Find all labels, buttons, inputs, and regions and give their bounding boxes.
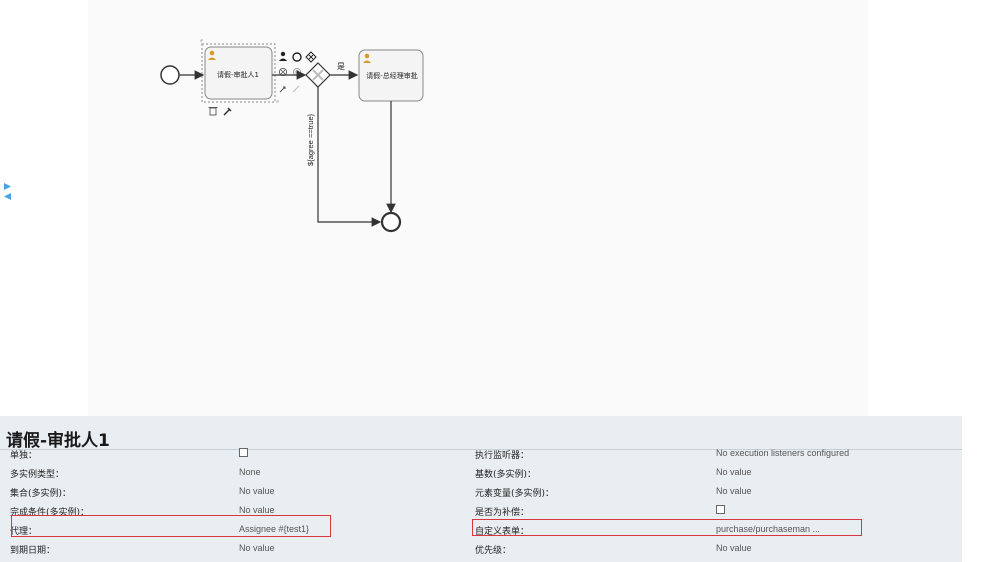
property-label: 集合(多实例)： xyxy=(10,489,72,499)
property-label: 到期日期： xyxy=(10,546,56,556)
property-value[interactable]: No value xyxy=(716,467,752,477)
connector-line-icon[interactable] xyxy=(292,85,300,93)
property-label: 元素变量(多实例)： xyxy=(475,489,555,499)
property-value[interactable]: No execution listeners configured xyxy=(716,448,849,458)
bpmn-diagram[interactable]: 请假-审批人1 是 请假-总经理审批 ${agree ==true} xyxy=(0,0,992,416)
end-event[interactable] xyxy=(380,211,402,233)
flow-condition-label: ${agree ==true} xyxy=(306,113,315,166)
property-row: 多实例类型： None 基数(多实例)： No value xyxy=(0,463,962,482)
append-user-task-icon[interactable] xyxy=(279,51,287,61)
task1-label: 请假-审批人1 xyxy=(217,70,259,79)
property-label: 优先级： xyxy=(475,546,512,556)
resize-handle-icon[interactable] xyxy=(276,100,279,103)
property-value[interactable]: No value xyxy=(716,543,752,553)
property-value[interactable]: No value xyxy=(239,505,275,515)
form-key-highlight-box xyxy=(472,519,862,536)
start-event[interactable] xyxy=(160,65,180,85)
property-value[interactable]: No value xyxy=(716,486,752,496)
property-value[interactable]: No value xyxy=(239,486,275,496)
property-value[interactable]: No value xyxy=(239,543,275,553)
resize-handle-icon[interactable] xyxy=(200,39,203,42)
property-row: 单独： 执行监听器： No execution listeners config… xyxy=(0,444,962,463)
flow-gateway-to-end[interactable] xyxy=(317,87,382,227)
exclusive-checkbox[interactable] xyxy=(239,448,248,459)
compensation-checkbox[interactable] xyxy=(716,505,725,516)
property-label: 是否为补偿： xyxy=(475,508,530,518)
property-row: 到期日期： No value 优先级： No value xyxy=(0,539,962,558)
property-label: 单独： xyxy=(10,451,38,461)
property-row: 集合(多实例)： No value 元素变量(多实例)： No value xyxy=(0,482,962,501)
properties-panel: 请假-审批人1 单独： 执行监听器： No execution listener… xyxy=(0,416,962,562)
task2-label: 请假-总经理审批 xyxy=(366,71,418,80)
delete-icon[interactable] xyxy=(208,107,218,116)
property-label: 基数(多实例)： xyxy=(475,470,537,480)
properties-wrench-icon[interactable] xyxy=(223,107,232,116)
flow-yes-label: 是 xyxy=(337,62,345,71)
assignee-highlight-box xyxy=(11,515,331,537)
append-end-event-icon[interactable] xyxy=(292,52,302,62)
property-value[interactable]: None xyxy=(239,467,261,477)
connector-arrow-icon[interactable] xyxy=(279,86,286,93)
property-label: 执行监听器： xyxy=(475,451,530,461)
append-gateway-icon[interactable] xyxy=(305,51,317,63)
property-label: 多实例类型： xyxy=(10,470,65,480)
